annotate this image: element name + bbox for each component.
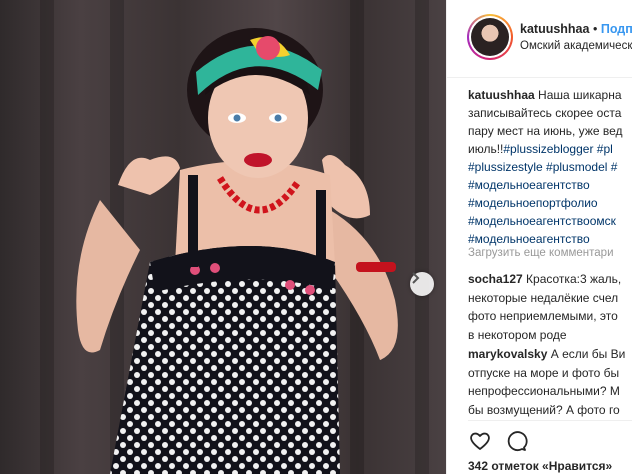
post-username[interactable]: katuushhaa — [520, 22, 589, 36]
separator-dot: • — [592, 22, 598, 36]
hashtag-link[interactable]: #модельноеагентствоомск — [468, 212, 632, 230]
caption-username[interactable]: katuushhaa — [468, 88, 535, 102]
hashtag-link[interactable]: #plussizeblogger #pl — [503, 142, 612, 156]
caption-text: июль!! — [468, 142, 504, 156]
heart-icon[interactable] — [468, 429, 492, 453]
caption-text: записывайтесь скорее оста — [468, 106, 622, 120]
comment-item: socha127 Красотка:3 жаль, некоторые неда… — [468, 270, 632, 344]
avatar[interactable] — [467, 14, 513, 60]
comment-text: бы возмущений? А фото го — [468, 402, 620, 417]
actions-divider — [468, 420, 632, 421]
comment-text: некоторые недалёкие счел — [468, 290, 619, 305]
hashtag-link[interactable]: #plussizestyle #plusmodel # — [468, 158, 632, 176]
caption-text: пару мест на июнь, уже вед — [468, 124, 623, 138]
comment-username[interactable]: marykovalsky — [468, 347, 547, 361]
chevron-right-icon — [412, 272, 420, 284]
hashtag-link[interactable]: #модельноеагентство — [468, 176, 632, 194]
comment-text: в некотором роде — [468, 327, 567, 342]
comment-text: фото неприемлемыми, это — [468, 309, 618, 323]
comment-icon[interactable] — [504, 429, 528, 453]
post-author-line: katuushhaa • Подп — [520, 22, 632, 36]
post-caption: katuushhaa Наша шикарна записывайтесь ск… — [468, 86, 632, 248]
follow-button[interactable]: Подп — [601, 22, 632, 36]
post-side-panel: katuushhaa • Подп Омский академическ kat… — [447, 0, 632, 474]
comment-item: marykovalsky А если бы Ви отпуске на мор… — [468, 345, 632, 419]
comment-text: отпуске на море и фото бы — [468, 365, 620, 380]
hashtag-link[interactable]: #модельноеагентство — [468, 230, 632, 248]
load-more-comments-link[interactable]: Загрузить еще комментари — [468, 247, 614, 259]
post-header: katuushhaa • Подп Омский академическ — [447, 0, 632, 78]
caption-text: Наша шикарна — [538, 88, 622, 102]
comment-username[interactable]: socha127 — [468, 272, 523, 286]
avatar-image — [471, 18, 509, 56]
next-photo-button[interactable] — [410, 272, 434, 296]
model-illustration — [76, 28, 398, 474]
post-photo[interactable] — [0, 0, 446, 474]
likes-count[interactable]: 342 отметок «Нравится» — [468, 459, 612, 473]
post-location[interactable]: Омский академическ — [520, 40, 632, 52]
hashtag-link[interactable]: #модельноепортфолио — [468, 194, 632, 212]
comment-text: Красотка:3 жаль, — [526, 272, 622, 286]
post-actions — [468, 429, 528, 453]
comment-text: А если бы Ви — [550, 347, 626, 361]
comment-text: непрофессиональными? М — [468, 384, 620, 398]
